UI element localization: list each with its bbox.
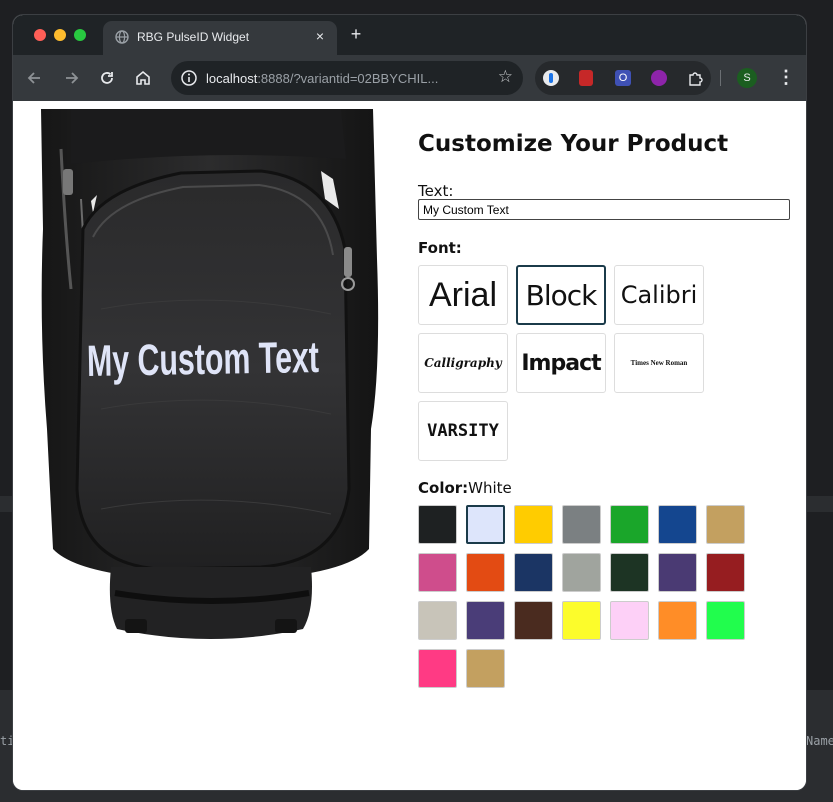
extension-o-icon[interactable]: O: [615, 70, 631, 86]
font-option-label: Calibri: [620, 281, 698, 309]
extensions-puzzle-icon[interactable]: [687, 70, 703, 86]
close-window-button[interactable]: [34, 29, 46, 41]
color-swatch[interactable]: [562, 601, 601, 640]
color-swatch[interactable]: [658, 601, 697, 640]
extension-dev-icon[interactable]: [651, 70, 667, 86]
profile-avatar[interactable]: S: [737, 68, 757, 88]
toolbar: localhost:8888/?variantid=02BBYCHIL... ☆…: [13, 55, 806, 101]
back-arrow-icon[interactable]: [25, 68, 45, 88]
color-label: Color:White: [418, 479, 512, 497]
product-image: My Custom Text: [41, 109, 379, 639]
customizer-heading: Customize Your Product: [418, 131, 729, 157]
font-option-label: Times New Roman: [630, 359, 688, 367]
minimize-window-button[interactable]: [54, 29, 66, 41]
font-option-times-new-roman[interactable]: Times New Roman: [614, 333, 704, 393]
color-swatch[interactable]: [418, 553, 457, 592]
color-swatch[interactable]: [706, 601, 745, 640]
browser-window: RBG PulseID Widget × + localhost:8888/?v…: [13, 15, 806, 790]
color-swatch[interactable]: [466, 649, 505, 688]
font-label: Font:: [418, 239, 462, 257]
font-option-label: Block: [525, 278, 598, 312]
custom-text-input[interactable]: [418, 199, 790, 220]
font-option-calligraphy[interactable]: Calligraphy: [418, 333, 508, 393]
address-bar[interactable]: localhost:8888/?variantid=02BBYCHIL... ☆: [171, 61, 523, 95]
color-swatch[interactable]: [514, 601, 553, 640]
font-option-label: Arial: [428, 275, 498, 314]
new-tab-button[interactable]: +: [347, 24, 365, 45]
color-swatch[interactable]: [514, 553, 553, 592]
font-option-arial[interactable]: Arial: [418, 265, 508, 325]
color-swatch[interactable]: [706, 553, 745, 592]
color-swatch[interactable]: [658, 553, 697, 592]
extensions-group: O: [535, 61, 711, 95]
tab-close-icon[interactable]: ×: [313, 28, 327, 44]
color-label-prefix: Color:: [418, 479, 469, 497]
tab-title: RBG PulseID Widget: [137, 30, 250, 44]
font-option-label: Calligraphy: [424, 356, 502, 370]
font-option-label: Impact: [521, 350, 601, 376]
url-path: :8888/?variantid=02BBYCHIL...: [257, 71, 439, 86]
maximize-window-button[interactable]: [74, 29, 86, 41]
menu-icon[interactable]: ⋮: [777, 67, 795, 88]
site-info-icon[interactable]: [179, 68, 199, 88]
tab-strip: RBG PulseID Widget × +: [13, 15, 806, 55]
color-swatch[interactable]: [706, 505, 745, 544]
background-text-right: Name: [806, 734, 833, 748]
color-swatch[interactable]: [610, 505, 649, 544]
forward-arrow-icon[interactable]: [61, 68, 81, 88]
color-swatch[interactable]: [610, 553, 649, 592]
extension-book-icon[interactable]: [579, 70, 593, 86]
url-host: localhost: [206, 71, 258, 86]
reload-icon[interactable]: [97, 68, 117, 88]
color-swatch[interactable]: [658, 505, 697, 544]
color-swatch[interactable]: [418, 505, 457, 544]
color-swatch[interactable]: [466, 505, 505, 544]
toolbar-separator: [720, 70, 721, 86]
font-option-label: VARSITY: [427, 421, 499, 441]
text-label: Text:: [418, 182, 454, 200]
browser-tab[interactable]: RBG PulseID Widget ×: [103, 21, 337, 55]
color-swatch[interactable]: [466, 601, 505, 640]
font-option-calibri[interactable]: Calibri: [614, 265, 704, 325]
font-option-block[interactable]: Block: [516, 265, 606, 325]
url-text: localhost:8888/?variantid=02BBYCHIL...: [206, 71, 438, 86]
color-swatch[interactable]: [562, 505, 601, 544]
home-icon[interactable]: [133, 68, 153, 88]
color-swatch[interactable]: [610, 601, 649, 640]
color-swatch[interactable]: [418, 601, 457, 640]
color-swatch[interactable]: [514, 505, 553, 544]
color-swatch[interactable]: [562, 553, 601, 592]
font-option-varsity[interactable]: VARSITY: [418, 401, 508, 461]
color-swatch[interactable]: [418, 649, 457, 688]
bookmark-star-icon[interactable]: ☆: [498, 67, 513, 87]
color-swatch[interactable]: [466, 553, 505, 592]
product-preview-text: My Custom Text: [87, 333, 320, 386]
extension-1password-icon[interactable]: [543, 70, 559, 86]
font-option-impact[interactable]: Impact: [516, 333, 606, 393]
globe-icon: [115, 30, 129, 44]
selected-color-name: White: [468, 479, 512, 497]
page-content: My Custom Text Customize Your Product Te…: [13, 101, 806, 790]
